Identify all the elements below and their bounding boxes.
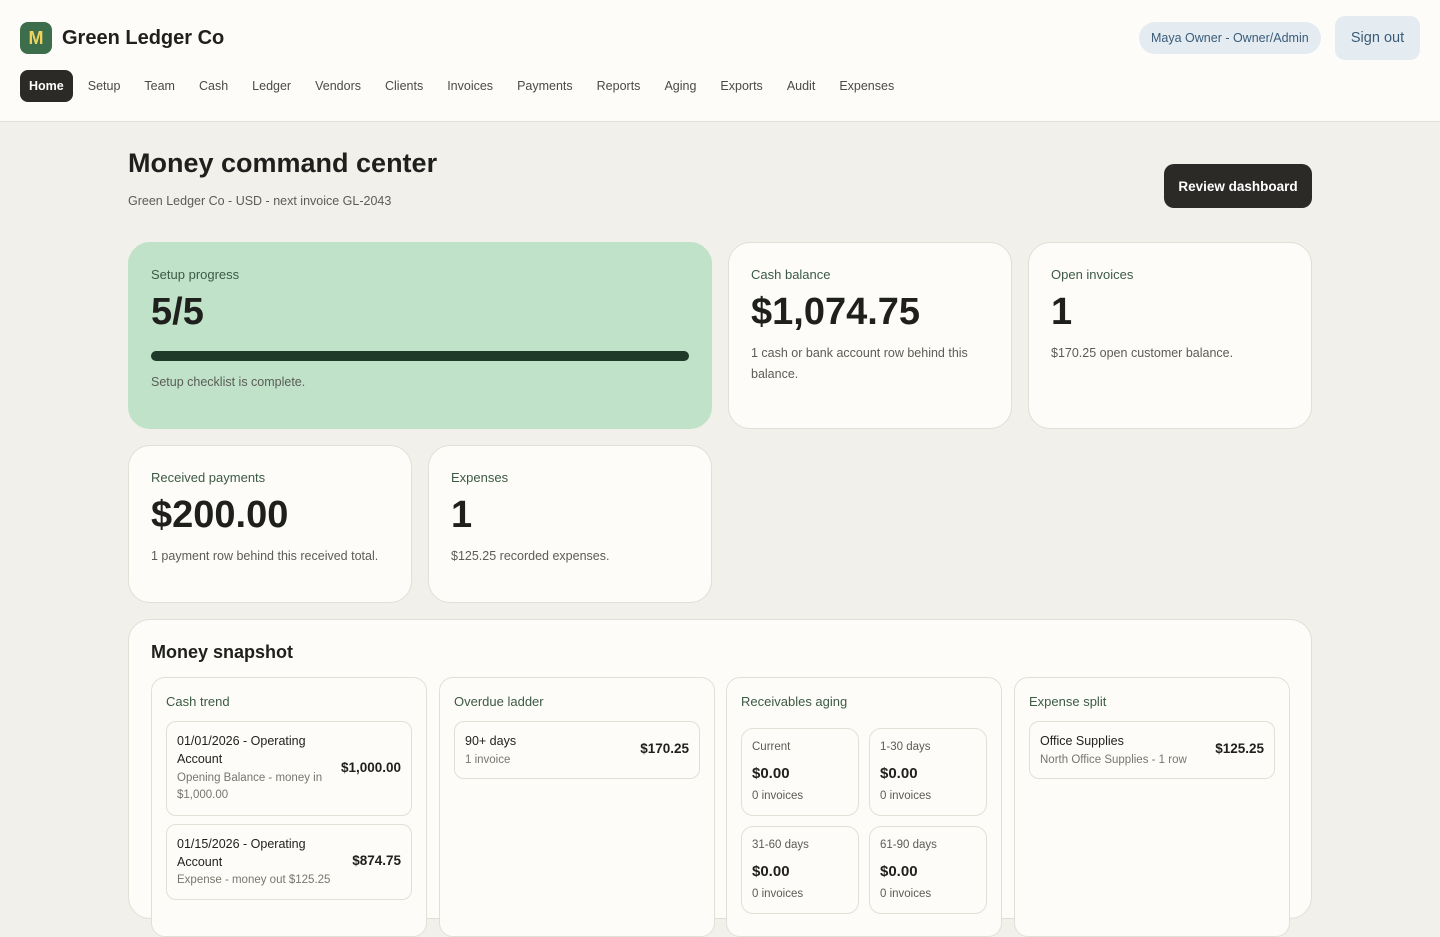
row-title: Office Supplies [1040,734,1124,748]
nav-item-audit[interactable]: Audit [778,70,825,102]
row-subtitle: Opening Balance - money in $1,000.00 [177,772,323,801]
nav-item-ledger[interactable]: Ledger [243,70,300,102]
list-item[interactable]: Office Supplies North Office Supplies - … [1029,721,1275,779]
money-snapshot: Money snapshot Cash trend 01/01/2026 - O… [128,619,1312,937]
panel-title: Cash trend [166,694,230,709]
cash-balance-value: $1,074.75 [751,291,921,333]
nav-item-clients[interactable]: Clients [376,70,432,102]
nav-item-setup[interactable]: Setup [79,70,130,102]
brand-logo: M [20,22,52,54]
user-role-badge: Maya Owner - Owner/Admin [1139,22,1321,54]
bucket-label: Current [752,741,791,753]
brand-name: Green Ledger Co [62,26,225,49]
received-payments-value: $200.00 [151,494,289,536]
setup-progress-value: 5/5 [151,291,204,333]
nav-item-payments[interactable]: Payments [508,70,582,102]
bucket-label: 61-90 days [880,839,937,851]
nav-item-home[interactable]: Home [20,70,73,102]
card-note: 1 payment row behind this received total… [151,549,379,563]
row-amount: $874.75 [352,853,401,868]
bucket-amount: $0.00 [752,863,790,880]
card-label: Received payments [151,470,266,485]
aging-bucket-31-60[interactable]: 31-60 days $0.00 0 invoices [741,826,859,914]
card-note: 1 cash or bank account row behind this b… [751,346,968,381]
card-note: Setup checklist is complete. [151,375,306,389]
card-label: Cash balance [751,267,831,282]
page-subtitle: Green Ledger Co - USD - next invoice GL-… [128,194,392,208]
list-item[interactable]: 01/15/2026 - Operating Account Expense -… [166,824,412,900]
card-note: $125.25 recorded expenses. [451,549,610,563]
row-subtitle: Expense - money out $125.25 [177,874,331,886]
bucket-count: 0 invoices [880,790,932,802]
brand[interactable]: M Green Ledger Co [20,22,224,54]
nav-item-expenses[interactable]: Expenses [830,70,903,102]
nav-item-cash[interactable]: Cash [190,70,237,102]
card-label: Open invoices [1051,267,1134,282]
bucket-label: 31-60 days [752,839,809,851]
setup-progress-card: Setup progress 5/5 Setup checklist is co… [128,242,712,429]
expense-split-panel: Expense split Office Supplies North Offi… [1014,677,1290,937]
nav-item-reports[interactable]: Reports [588,70,650,102]
receivables-aging-panel: Receivables aging Current $0.00 0 invoic… [726,677,1002,937]
card-label: Expenses [451,470,509,485]
card-note: $170.25 open customer balance. [1051,346,1234,360]
snapshot-title: Money snapshot [151,642,294,662]
bucket-amount: $0.00 [880,765,918,782]
panel-title: Overdue ladder [454,694,544,709]
bucket-count: 0 invoices [880,888,932,900]
bucket-label: 1-30 days [880,741,931,753]
row-title: 01/15/2026 - Operating Account [177,837,306,869]
row-subtitle: North Office Supplies - 1 row [1040,754,1187,766]
review-dashboard-button[interactable]: Review dashboard [1164,164,1312,208]
bucket-amount: $0.00 [880,863,918,880]
nav-item-exports[interactable]: Exports [711,70,771,102]
aging-bucket-current[interactable]: Current $0.00 0 invoices [741,728,859,816]
nav-item-vendors[interactable]: Vendors [306,70,370,102]
overdue-ladder-panel: Overdue ladder 90+ days 1 invoice $170.2… [439,677,715,937]
setup-progress-fill [151,351,689,361]
page-title: Money command center [128,148,438,178]
row-amount: $170.25 [640,741,689,756]
nav-item-invoices[interactable]: Invoices [438,70,502,102]
row-subtitle: 1 invoice [465,754,511,766]
panel-title: Receivables aging [741,694,848,709]
row-amount: $1,000.00 [340,760,401,775]
sign-out-button[interactable]: Sign out [1335,16,1420,60]
setup-progress-bar [151,351,689,361]
row-title: 90+ days [465,734,517,748]
card-label: Setup progress [151,267,240,282]
open-invoices-card: Open invoices 1 $170.25 open customer ba… [1028,242,1312,429]
cash-balance-card: Cash balance $1,074.75 1 cash or bank ac… [728,242,1012,429]
main-nav: Home Setup Team Cash Ledger Vendors Clie… [20,70,909,102]
open-invoices-value: 1 [1051,291,1073,333]
expenses-value: 1 [451,494,473,536]
expenses-card: Expenses 1 $125.25 recorded expenses. [428,445,712,603]
list-item[interactable]: 01/01/2026 - Operating Account Opening B… [166,721,412,816]
nav-item-team[interactable]: Team [135,70,184,102]
aging-bucket-61-90[interactable]: 61-90 days $0.00 0 invoices [869,826,987,914]
panel-title: Expense split [1029,694,1107,709]
bucket-count: 0 invoices [752,790,804,802]
cash-trend-panel: Cash trend 01/01/2026 - Operating Accoun… [151,677,427,937]
row-amount: $125.25 [1215,741,1264,756]
row-title: 01/01/2026 - Operating Account [177,734,306,766]
bucket-count: 0 invoices [752,888,804,900]
nav-item-aging[interactable]: Aging [655,70,705,102]
top-bar: M Green Ledger Co Maya Owner - Owner/Adm… [0,0,1440,122]
list-item[interactable]: 90+ days 1 invoice $170.25 [454,721,700,779]
bucket-amount: $0.00 [752,765,790,782]
received-payments-card: Received payments $200.00 1 payment row … [128,445,412,603]
aging-bucket-1-30[interactable]: 1-30 days $0.00 0 invoices [869,728,987,816]
